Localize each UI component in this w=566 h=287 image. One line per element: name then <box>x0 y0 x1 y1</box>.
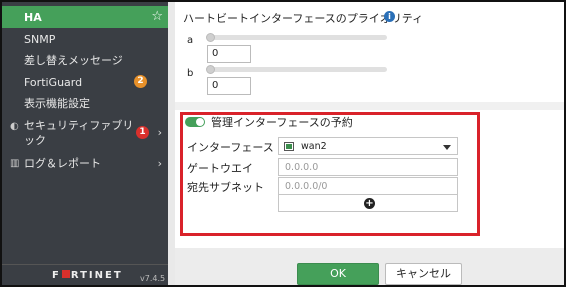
ok-button[interactable]: OK <box>297 263 379 285</box>
sidebar-item-label: セキュリティファブリック <box>24 119 134 147</box>
slider-thumb[interactable] <box>206 33 215 42</box>
subnet-input[interactable]: 0.0.0.0/0 <box>278 177 458 195</box>
sidebar-item-log-report[interactable]: ▥ ログ＆レポート › <box>2 152 168 174</box>
chevron-right-icon: › <box>157 156 162 170</box>
security-fabric-icon: ◐ <box>10 121 19 132</box>
priority-slider-a[interactable] <box>206 33 387 42</box>
add-entry-row[interactable]: + <box>278 194 458 212</box>
sidebar-item-fortiguard[interactable]: FortiGuard 2 <box>2 71 168 93</box>
interface-value: wan2 <box>301 141 327 152</box>
sidebar-item-label: FortiGuard <box>24 75 83 89</box>
subnet-label: 宛先サブネット <box>187 181 264 194</box>
sidebar: HA ☆ SNMP 差し替えメッセージ FortiGuard 2 表示機能設定 … <box>2 2 168 285</box>
caret-down-icon <box>443 145 451 150</box>
cancel-button[interactable]: キャンセル <box>385 263 462 285</box>
chart-icon: ▥ <box>10 157 20 169</box>
star-icon[interactable]: ☆ <box>151 9 163 24</box>
sidebar-item-label: ログ＆レポート <box>24 157 101 170</box>
main-panel: ハートビートインターフェースのプライオリティ i a 0 b 0 管理インターフ… <box>175 2 564 248</box>
priority-input-b[interactable]: 0 <box>207 77 251 95</box>
slider-label-b: b <box>187 68 194 79</box>
slider-label-a: a <box>187 35 194 46</box>
gateway-label: ゲートウエイ <box>187 162 253 175</box>
sidebar-item-security-fabric[interactable]: ◐ セキュリティファブリック 1 › <box>2 115 168 149</box>
version-label: v7.4.5 <box>140 274 166 283</box>
priority-input-a[interactable]: 0 <box>207 45 251 63</box>
fortinet-logo: F RTINET <box>52 270 123 281</box>
port-icon <box>284 142 294 151</box>
notification-badge: 2 <box>134 75 147 88</box>
sidebar-item-feature-visibility[interactable]: 表示機能設定 <box>2 92 168 114</box>
plus-icon[interactable]: + <box>364 198 375 209</box>
sidebar-item-label: 差し替えメッセージ <box>24 54 123 67</box>
sidebar-item-label: HA <box>24 10 42 24</box>
reserve-section-title: 管理インターフェースの予約 <box>211 116 353 129</box>
sidebar-item-label: SNMP <box>24 32 56 46</box>
interface-select[interactable]: wan2 <box>278 137 458 155</box>
sidebar-divider <box>2 264 168 265</box>
sidebar-item-label: 表示機能設定 <box>24 97 90 110</box>
info-icon[interactable]: i <box>384 11 395 22</box>
sidebar-item-snmp[interactable]: SNMP <box>2 28 168 50</box>
priority-slider-b[interactable] <box>206 65 387 74</box>
notification-badge: 1 <box>136 126 149 139</box>
section-divider <box>175 102 564 110</box>
sidebar-item-replacement-messages[interactable]: 差し替えメッセージ <box>2 49 168 71</box>
sidebar-item-ha[interactable]: HA ☆ <box>2 6 168 28</box>
interface-label: インターフェース <box>187 141 274 154</box>
gateway-input[interactable]: 0.0.0.0 <box>278 158 458 176</box>
chevron-right-icon: › <box>157 126 162 139</box>
reserve-toggle[interactable] <box>185 117 205 127</box>
slider-thumb[interactable] <box>206 65 215 74</box>
